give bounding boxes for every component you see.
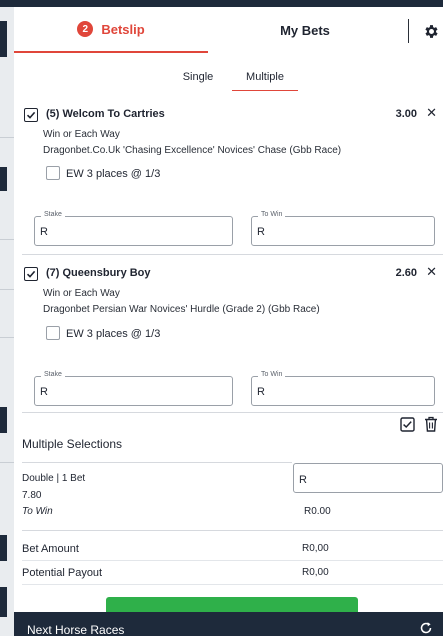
stake-field-value: R bbox=[40, 226, 48, 238]
tab-my-bets[interactable]: My Bets bbox=[208, 7, 402, 53]
divider bbox=[22, 530, 443, 531]
double-bet-label: Double | 1 Bet bbox=[22, 473, 86, 484]
to-win-field: To Win R bbox=[251, 371, 435, 406]
to-win-field-value: R bbox=[257, 226, 265, 238]
trash-icon[interactable] bbox=[424, 416, 438, 432]
tab-my-bets-label: My Bets bbox=[280, 22, 330, 38]
checkmark-icon bbox=[26, 270, 36, 278]
divider bbox=[22, 412, 443, 413]
double-bet-odds: 7.80 bbox=[22, 490, 42, 501]
divider bbox=[22, 560, 443, 561]
background-block bbox=[0, 167, 7, 191]
potential-payout-row: Potential Payout R0,00 bbox=[22, 567, 443, 579]
tab-multiple[interactable]: Multiple bbox=[232, 63, 298, 91]
betslip-panel: 2 Betslip My Bets Single Multiple (5) We… bbox=[14, 7, 443, 612]
bet-amount-label: Bet Amount bbox=[22, 543, 79, 555]
selection-title: (5) Welcom To Cartries bbox=[46, 108, 165, 120]
background-divider bbox=[0, 289, 14, 290]
background-divider bbox=[0, 337, 14, 338]
stake-field-label: Stake bbox=[41, 371, 65, 378]
top-bar bbox=[0, 0, 443, 7]
double-to-win-value: R0.00 bbox=[304, 506, 331, 517]
selection-odds: 3.00 bbox=[395, 108, 417, 120]
refresh-icon[interactable] bbox=[419, 621, 433, 635]
to-win-field-value: R bbox=[257, 386, 265, 398]
tab-multiple-label: Multiple bbox=[246, 70, 284, 83]
background-block bbox=[0, 535, 7, 561]
bet-amount-value: R0,00 bbox=[302, 543, 329, 554]
tab-single[interactable]: Single bbox=[170, 63, 226, 91]
selection-race-name: Dragonbet.Co.Uk 'Chasing Excellence' Nov… bbox=[43, 145, 342, 156]
selection-title: (7) Queensbury Boy bbox=[46, 267, 151, 279]
potential-payout-value: R0,00 bbox=[302, 567, 329, 578]
bet-type-tabs: Single Multiple bbox=[14, 63, 443, 91]
divider bbox=[22, 584, 443, 585]
each-way-label: EW 3 places @ 1/3 bbox=[66, 328, 161, 340]
stake-input[interactable]: Stake R bbox=[34, 371, 233, 406]
each-way-checkbox[interactable] bbox=[46, 326, 60, 340]
betslip-tabs: 2 Betslip My Bets bbox=[14, 7, 443, 53]
double-stake-input[interactable]: R bbox=[293, 463, 443, 493]
selection-odds: 2.60 bbox=[395, 267, 417, 279]
stake-field-value: R bbox=[40, 386, 48, 398]
checkmark-icon bbox=[26, 111, 36, 119]
potential-payout-label: Potential Payout bbox=[22, 567, 103, 579]
stake-input[interactable]: Stake R bbox=[34, 211, 233, 246]
tab-single-label: Single bbox=[182, 71, 214, 83]
selection-checkbox[interactable] bbox=[24, 267, 38, 281]
remove-selection-close-icon[interactable]: ✕ bbox=[426, 265, 437, 278]
remove-selection-close-icon[interactable]: ✕ bbox=[426, 106, 437, 119]
next-horse-races-bar[interactable]: Next Horse Races bbox=[14, 612, 443, 636]
divider bbox=[22, 254, 443, 255]
to-win-field: To Win R bbox=[251, 211, 435, 246]
background-divider bbox=[0, 462, 14, 463]
background-divider bbox=[0, 137, 14, 138]
multiple-selections-title: Multiple Selections bbox=[22, 437, 123, 451]
stake-field-label: Stake bbox=[41, 211, 65, 218]
selection-race-name: Dragonbet Persian War Novices' Hurdle (G… bbox=[43, 304, 320, 315]
each-way-checkbox[interactable] bbox=[46, 166, 60, 180]
selection-bet-type: Win or Each Way bbox=[43, 129, 120, 140]
selection-checkbox[interactable] bbox=[24, 108, 38, 122]
selection-card: (7) Queensbury Boy 2.60 ✕ Win or Each Wa… bbox=[22, 265, 443, 415]
betslip-count-badge: 2 bbox=[77, 21, 94, 37]
to-win-field-label: To Win bbox=[258, 371, 286, 378]
background-page-edge bbox=[0, 7, 14, 636]
selection-card: (5) Welcom To Cartries 3.00 ✕ Win or Eac… bbox=[22, 106, 443, 256]
next-horse-races-label: Next Horse Races bbox=[27, 623, 125, 636]
background-block bbox=[0, 21, 7, 57]
divider bbox=[22, 462, 292, 463]
bet-amount-row: Bet Amount R0,00 bbox=[22, 543, 443, 555]
each-way-label: EW 3 places @ 1/3 bbox=[66, 168, 161, 180]
tab-betslip[interactable]: 2 Betslip bbox=[14, 7, 208, 53]
selection-bet-type: Win or Each Way bbox=[43, 288, 120, 299]
background-divider bbox=[0, 239, 14, 240]
place-bet-button[interactable] bbox=[106, 597, 358, 612]
double-stake-value: R bbox=[299, 474, 307, 486]
background-block bbox=[0, 587, 7, 617]
gear-icon[interactable] bbox=[423, 23, 440, 40]
select-all-checkbox-icon[interactable] bbox=[400, 417, 415, 432]
double-to-win-label: To Win bbox=[22, 506, 53, 517]
tab-betslip-label: Betslip bbox=[101, 21, 145, 37]
to-win-field-label: To Win bbox=[258, 211, 286, 218]
tab-divider bbox=[408, 19, 409, 43]
background-block bbox=[0, 407, 7, 433]
